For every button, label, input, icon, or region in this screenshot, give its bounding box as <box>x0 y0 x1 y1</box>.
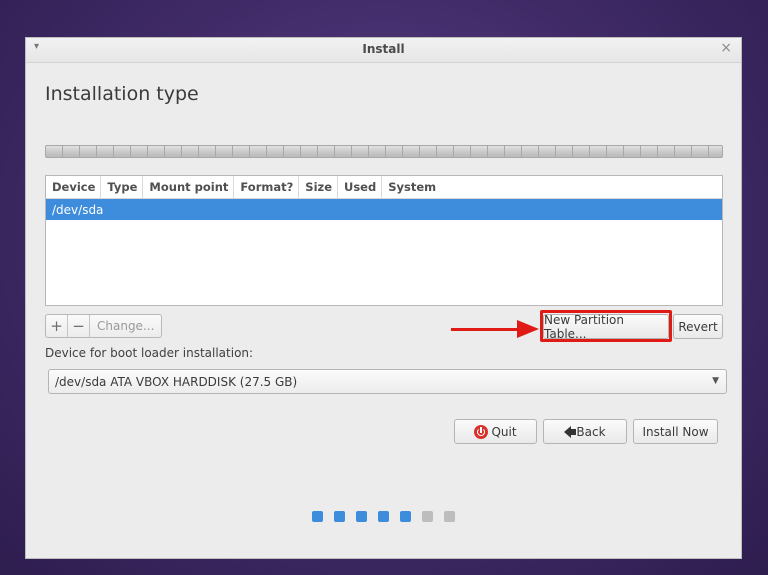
annotation-arrow-shaft <box>451 328 523 331</box>
device-cell: /dev/sda <box>52 203 104 217</box>
partition-table: Device Type Mount point Format? Size Use… <box>45 175 723 306</box>
progress-dot <box>444 511 455 522</box>
progress-dot <box>422 511 433 522</box>
column-used[interactable]: Used <box>338 176 383 198</box>
disk-usage-bar <box>45 145 723 158</box>
change-partition-button[interactable]: Change... <box>90 315 161 337</box>
progress-dot <box>378 511 389 522</box>
installer-window: ▾ Install × Installation type Device Typ… <box>25 37 742 559</box>
annotation-highlight-box <box>540 310 672 342</box>
power-icon <box>474 424 489 439</box>
step-progress-indicator <box>312 511 455 522</box>
annotation-arrow-head <box>517 320 539 338</box>
install-now-button[interactable]: Install Now <box>633 419 718 444</box>
column-type[interactable]: Type <box>101 176 144 198</box>
progress-dot <box>356 511 367 522</box>
progress-dot <box>334 511 345 522</box>
back-label: Back <box>576 424 606 439</box>
table-row[interactable]: /dev/sda <box>46 199 722 220</box>
back-arrow-icon <box>564 425 577 438</box>
bootloader-selected-value: /dev/sda ATA VBOX HARDDISK (27.5 GB) <box>55 375 298 389</box>
chevron-down-icon: ▼ <box>712 376 719 386</box>
column-device[interactable]: Device <box>46 176 102 198</box>
table-header: Device Type Mount point Format? Size Use… <box>46 176 722 199</box>
progress-dot <box>312 511 323 522</box>
close-icon[interactable]: × <box>720 40 732 56</box>
window-title: Install <box>362 42 405 56</box>
progress-dot <box>400 511 411 522</box>
bootloader-device-select[interactable]: /dev/sda ATA VBOX HARDDISK (27.5 GB) ▼ <box>48 369 727 394</box>
remove-partition-button[interactable]: − <box>68 315 90 337</box>
back-button[interactable]: Back <box>543 419 627 444</box>
add-partition-button[interactable]: + <box>46 315 68 337</box>
page-title: Installation type <box>45 83 199 105</box>
column-size[interactable]: Size <box>299 176 338 198</box>
revert-button[interactable]: Revert <box>673 314 723 339</box>
partition-tools: + − Change... <box>45 314 163 338</box>
column-format[interactable]: Format? <box>234 176 300 198</box>
column-mount-point[interactable]: Mount point <box>143 176 235 198</box>
titlebar: ▾ Install × <box>26 38 741 63</box>
column-system[interactable]: System <box>382 176 722 198</box>
bootloader-label: Device for boot loader installation: <box>45 346 254 360</box>
quit-label: Quit <box>491 424 517 439</box>
quit-button[interactable]: Quit <box>454 419 537 444</box>
